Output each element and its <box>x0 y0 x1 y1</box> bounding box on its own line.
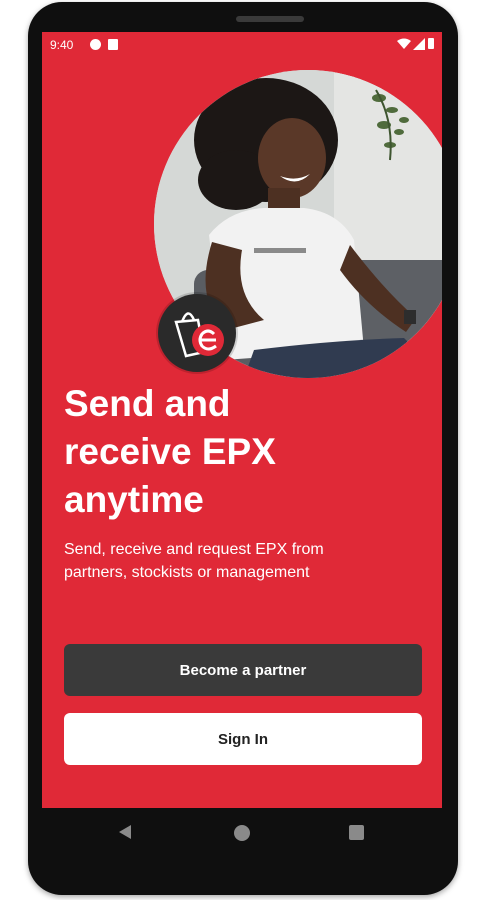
headline-line: Send and <box>64 383 231 424</box>
back-icon[interactable] <box>118 824 132 840</box>
headline-line: receive EPX <box>64 431 276 472</box>
notification-p-icon <box>90 39 101 50</box>
recents-icon[interactable] <box>349 825 364 840</box>
subtitle-text: Send, receive and request EPX from partn… <box>64 538 424 584</box>
status-bar: 9:40 <box>42 32 442 58</box>
signal-icon <box>413 38 425 50</box>
epx-shopping-bag-logo-icon <box>158 294 236 372</box>
headline-line: anytime <box>64 479 204 520</box>
home-icon[interactable] <box>234 825 250 841</box>
wifi-icon <box>397 38 411 49</box>
subtitle-line: partners, stockists or management <box>64 564 310 581</box>
become-partner-button[interactable]: Become a partner <box>64 644 422 696</box>
battery-icon <box>428 38 434 49</box>
sim-card-icon <box>108 39 118 50</box>
sign-in-button[interactable]: Sign In <box>64 713 422 765</box>
headline: Send and receive EPX anytime <box>64 380 424 524</box>
status-time: 9:40 <box>50 38 74 52</box>
speaker-grille <box>236 16 304 22</box>
subtitle-line: Send, receive and request EPX from <box>64 541 324 558</box>
app-screen: 9:40 Send and receive EPX anytime Send, … <box>42 32 442 808</box>
system-nav-bar <box>28 808 458 858</box>
